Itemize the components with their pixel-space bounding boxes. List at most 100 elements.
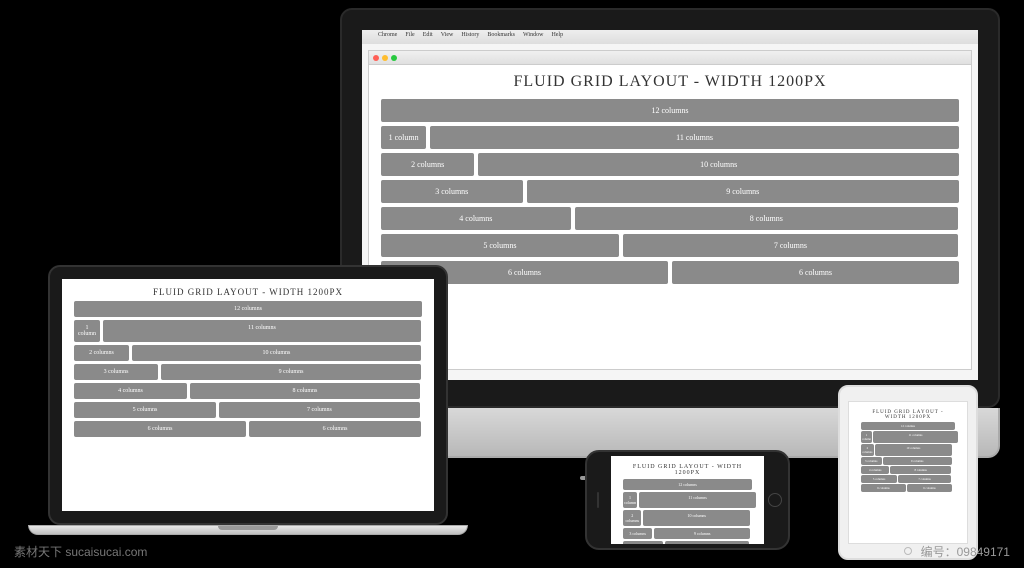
grid-row: 1 column11 columns <box>861 431 955 443</box>
grid-column: 1 column <box>381 126 426 149</box>
macbook-notch <box>218 526 278 530</box>
grid-column: 8 columns <box>665 541 749 544</box>
grid-row: 2 columns10 columns <box>74 345 422 361</box>
home-button-icon[interactable] <box>768 493 782 507</box>
menu-item[interactable]: File <box>405 32 414 42</box>
macbook-device: FLUID GRID LAYOUT - WIDTH 1200PX 12 colum… <box>28 265 468 565</box>
grid-row: 4 columns8 columns <box>861 466 955 474</box>
grid-column: 9 columns <box>527 180 960 203</box>
grid-column: 6 columns <box>249 421 421 437</box>
grid-row: 5 columns7 columns <box>74 402 422 418</box>
grid-column: 2 columns <box>381 153 474 176</box>
grid-column: 2 columns <box>623 510 641 526</box>
grid-column: 7 columns <box>623 234 958 257</box>
grid-column: 2 columns <box>861 444 874 456</box>
ipad-screen: FLUID GRID LAYOUT - WIDTH 1200PX 12 colum… <box>848 401 968 544</box>
grid-column: 11 columns <box>430 126 959 149</box>
grid-column: 11 columns <box>103 320 421 342</box>
grid-row: 3 columns9 columns <box>861 457 955 465</box>
browser-titlebar[interactable] <box>369 51 971 65</box>
grid-column: 4 columns <box>74 383 187 399</box>
grid-row: 1 column11 columns <box>381 126 959 149</box>
grid-column: 10 columns <box>643 510 749 526</box>
grid-column: 5 columns <box>381 234 619 257</box>
grid-column: 4 columns <box>623 541 663 544</box>
grid-row: 12 columns <box>74 301 422 317</box>
grid-column: 7 columns <box>219 402 420 418</box>
grid-page-ipad: FLUID GRID LAYOUT - WIDTH 1200PX 12 colum… <box>849 402 967 501</box>
page-title: FLUID GRID LAYOUT - WIDTH 1200PX <box>381 73 959 91</box>
page-title: FLUID GRID LAYOUT - WIDTH 1200PX <box>74 287 422 297</box>
grid-column: 8 columns <box>890 466 951 474</box>
grid-row: 3 columns9 columns <box>381 180 959 203</box>
grid-column: 6 columns <box>907 484 952 492</box>
iphone-screen: FLUID GRID LAYOUT - WIDTH 1200PX 12 colum… <box>611 456 764 544</box>
grid-column: 10 columns <box>132 345 421 361</box>
grid-row: 5 columns7 columns <box>861 475 955 483</box>
menu-item[interactable]: Bookmarks <box>487 32 515 42</box>
grid-row: 6 columns6 columns <box>74 421 422 437</box>
grid-row: 5 columns7 columns <box>381 234 959 257</box>
grid-column: 11 columns <box>873 431 958 443</box>
grid-column: 1 column <box>623 492 637 508</box>
grid-column: 10 columns <box>478 153 959 176</box>
grid-column: 3 columns <box>623 528 652 539</box>
grid-column: 6 columns <box>672 261 959 284</box>
macbook-screen: FLUID GRID LAYOUT - WIDTH 1200PX 12 colum… <box>62 279 434 511</box>
grid-column: 7 columns <box>898 475 951 483</box>
page-title: FLUID GRID LAYOUT - WIDTH 1200PX <box>861 410 955 420</box>
macbook-base <box>28 525 468 535</box>
grid-column: 9 columns <box>161 364 421 380</box>
grid-column: 3 columns <box>74 364 158 380</box>
menu-item[interactable]: Edit <box>423 32 433 42</box>
grid-row: 3 columns9 columns <box>74 364 422 380</box>
grid-column: 4 columns <box>861 466 889 474</box>
menu-item[interactable]: View <box>441 32 454 42</box>
grid-row: 12 columns <box>623 479 752 490</box>
grid-column: 10 columns <box>875 444 952 456</box>
grid-column: 11 columns <box>639 492 756 508</box>
iphone-speaker <box>597 492 599 508</box>
zoom-icon[interactable] <box>391 55 397 61</box>
grid-column: 1 column <box>861 431 872 443</box>
close-icon[interactable] <box>373 55 379 61</box>
grid-row: 2 columns10 columns <box>623 510 752 526</box>
menu-item[interactable]: Window <box>523 32 543 42</box>
grid-column: 9 columns <box>654 528 750 539</box>
grid-row: 4 columns8 columns <box>74 383 422 399</box>
home-button-icon[interactable] <box>904 547 912 555</box>
grid-row: 6 columns6 columns <box>861 484 955 492</box>
menu-item[interactable]: Chrome <box>378 32 397 42</box>
grid-column: 6 columns <box>861 484 906 492</box>
grid-column: 4 columns <box>381 207 571 230</box>
watermark-right: 编号：09849171 <box>921 543 1010 560</box>
minimize-icon[interactable] <box>382 55 388 61</box>
grid-column: 8 columns <box>575 207 958 230</box>
grid-row: 4 columns8 columns <box>381 207 959 230</box>
grid-column: 12 columns <box>861 422 955 430</box>
grid-column: 2 columns <box>74 345 129 361</box>
grid-column: 8 columns <box>190 383 420 399</box>
grid-row: 1 column11 columns <box>623 492 752 508</box>
ipad-device: FLUID GRID LAYOUT - WIDTH 1200PX 12 colum… <box>838 385 978 560</box>
page-title: FLUID GRID LAYOUT - WIDTH 1200PX <box>623 464 752 476</box>
grid-column: 12 columns <box>74 301 422 317</box>
grid-column: 9 columns <box>883 457 953 465</box>
grid-column: 3 columns <box>381 180 523 203</box>
grid-row: 2 columns10 columns <box>381 153 959 176</box>
grid-row: 1 column11 columns <box>74 320 422 342</box>
macbook-bezel: FLUID GRID LAYOUT - WIDTH 1200PX 12 colum… <box>48 265 448 525</box>
grid-column: 1 column <box>74 320 100 342</box>
grid-column: 3 columns <box>861 457 882 465</box>
grid-column: 5 columns <box>74 402 216 418</box>
grid-row: 4 columns8 columns <box>623 541 752 544</box>
grid-column: 12 columns <box>381 99 959 122</box>
menu-item[interactable]: History <box>461 32 479 42</box>
osx-menubar[interactable]: Chrome File Edit View History Bookmarks … <box>362 30 978 44</box>
grid-page-iphone: FLUID GRID LAYOUT - WIDTH 1200PX 12 colum… <box>611 456 764 544</box>
grid-page-imac: FLUID GRID LAYOUT - WIDTH 1200PX 12 colum… <box>369 65 971 296</box>
grid-column: 12 columns <box>623 479 752 490</box>
iphone-device: FLUID GRID LAYOUT - WIDTH 1200PX 12 colum… <box>585 450 790 550</box>
menu-item[interactable]: Help <box>551 32 563 42</box>
grid-column: 5 columns <box>861 475 897 483</box>
